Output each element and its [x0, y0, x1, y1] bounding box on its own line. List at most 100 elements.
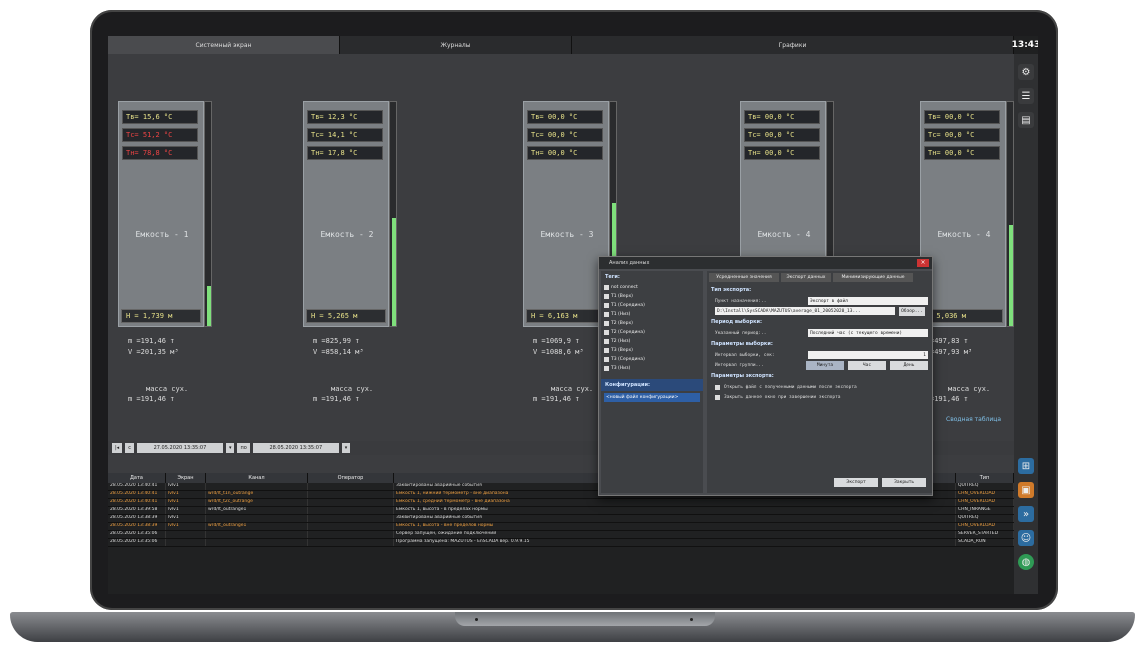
- cell-type: SCADA_RUN: [956, 539, 1014, 546]
- export-params-title: Параметры экспорта:: [711, 373, 774, 379]
- tag-item[interactable]: T1 (Середина): [601, 301, 703, 310]
- config-label: Конфигурации:: [601, 379, 703, 391]
- tag-checkbox[interactable]: [604, 294, 609, 299]
- tag-item[interactable]: T2 (Середина): [601, 328, 703, 337]
- dry-mass-label: масса сух.: [146, 385, 189, 393]
- temp-top: Тв= 00,0 °С: [527, 110, 603, 124]
- summary-link[interactable]: Сводная таблица: [946, 416, 1001, 423]
- dry-mass: масса сух. m =191,46 т: [128, 384, 238, 404]
- cell-screen: lvlv1: [166, 491, 206, 498]
- table-row[interactable]: 28.05.2020 13:39:58 lvlv1 wrd/lt_outrang…: [108, 507, 1014, 515]
- open-file-checkbox[interactable]: [715, 384, 720, 390]
- tag-checkbox[interactable]: [604, 330, 609, 335]
- calendar-to-icon[interactable]: ▾: [341, 443, 351, 453]
- export-button[interactable]: Экспорт: [834, 478, 878, 487]
- globe-icon[interactable]: ◍: [1018, 554, 1034, 570]
- tag-item[interactable]: T2 (Низ): [601, 337, 703, 346]
- dry-mass-value: m =191,46 т: [128, 395, 175, 403]
- tank-1[interactable]: Тв= 15,6 °С Тс= 51,2 °С Тн= 78,8 °С Емко…: [118, 101, 212, 327]
- col-date[interactable]: Дата: [108, 473, 166, 483]
- tag-checkbox[interactable]: [604, 357, 609, 362]
- tag-checkbox[interactable]: [604, 366, 609, 371]
- cell-channel: wrd/lt_outrange1: [206, 507, 308, 514]
- tag-checkbox[interactable]: [604, 348, 609, 353]
- temp-middle: Тс= 00,0 °С: [924, 128, 1000, 142]
- from-date-input[interactable]: 27.05.2020 13:35:07: [136, 443, 223, 453]
- col-operator[interactable]: Оператор: [308, 473, 394, 483]
- hour-button[interactable]: Час: [848, 360, 886, 370]
- path-field[interactable]: D:\Install\SysSCADA\MAZUTUS\average_01_2…: [715, 307, 895, 315]
- table-row[interactable]: 28.05.2020 13:38:39 lvlv1 Заквитированы …: [108, 515, 1014, 523]
- presentation-icon[interactable]: ▣: [1018, 482, 1034, 498]
- cell-channel: [206, 483, 308, 490]
- interval-input[interactable]: 1: [808, 351, 928, 359]
- to-date-input[interactable]: 28.05.2020 13:35:07: [252, 443, 339, 453]
- close-button[interactable]: Закрыть: [882, 478, 926, 487]
- cell-type: QUITREQ: [956, 515, 1014, 522]
- close-icon[interactable]: ×: [917, 259, 929, 267]
- close-window-checkbox[interactable]: [715, 394, 720, 400]
- tag-checkbox[interactable]: [604, 339, 609, 344]
- cell-channel: wrd/lt_outrange1: [206, 523, 308, 530]
- tank-5[interactable]: Тв= 00,0 °С Тс= 00,0 °С Тн= 00,0 °С Емко…: [920, 101, 1014, 327]
- tank-2[interactable]: Тв= 12,3 °С Тс= 14,1 °С Тн= 17,8 °С Емко…: [303, 101, 397, 327]
- config-item[interactable]: <новый файл конфигурации>: [604, 393, 700, 402]
- tab-averages[interactable]: Усредненные значения: [709, 273, 779, 282]
- table-row[interactable]: 28.05.2020 13:35:06 Сервер запущен, ожид…: [108, 531, 1014, 539]
- to-label: по: [237, 443, 250, 453]
- tab-journals[interactable]: Журналы: [340, 36, 572, 54]
- tank-volume: V =858,14 м³: [313, 348, 364, 356]
- tab-system-screen[interactable]: Системный экран: [108, 36, 340, 54]
- tank-body: Тв= 12,3 °С Тс= 14,1 °С Тн= 17,8 °С Емко…: [303, 101, 389, 327]
- tag-item[interactable]: T1 (Верх): [601, 292, 703, 301]
- tank-name: Емкость - 1: [135, 230, 189, 239]
- temp-middle: Тс= 00,0 °С: [744, 128, 820, 142]
- cell-channel: wrd/lt_t2c_outrange: [206, 499, 308, 506]
- tag-item[interactable]: T2 (Верх): [601, 319, 703, 328]
- tag-item[interactable]: not connect: [601, 283, 703, 292]
- cell-date: 28.05.2020 13:39:58: [108, 507, 166, 514]
- table-row[interactable]: 28.05.2020 13:38:39 lvlv1 wrd/lt_outrang…: [108, 523, 1014, 531]
- cell-message: Емкость 1, средний термометр - вне диапа…: [394, 499, 956, 506]
- cell-message: Емкость 1, высота - вне пределов нормы: [394, 523, 956, 530]
- tag-item[interactable]: T3 (Середина): [601, 355, 703, 364]
- hierarchy-icon[interactable]: ⊞: [1018, 458, 1034, 474]
- report-icon[interactable]: ☰: [1018, 88, 1034, 104]
- tab-graphs[interactable]: Графики: [572, 36, 1014, 54]
- col-screen[interactable]: Экран: [166, 473, 206, 483]
- cell-type: SERVER_STARTED: [956, 531, 1014, 538]
- tab-minimizing[interactable]: Минимизирующие данные: [833, 273, 913, 282]
- period-select[interactable]: Последний час (с текущего времени): [808, 329, 928, 337]
- tag-checkbox[interactable]: [604, 312, 609, 317]
- temp-middle: Тс= 14,1 °С: [307, 128, 383, 142]
- tag-item[interactable]: T3 (Низ): [601, 364, 703, 373]
- chart-icon[interactable]: ▤: [1018, 112, 1034, 128]
- signal-icon[interactable]: »: [1018, 506, 1034, 522]
- user-icon[interactable]: ☺: [1018, 530, 1034, 546]
- browse-button[interactable]: Обзор...: [899, 306, 925, 316]
- tag-item[interactable]: T1 (Низ): [601, 310, 703, 319]
- minute-button[interactable]: Минута: [806, 360, 844, 370]
- level-gauge: [204, 101, 212, 327]
- calendar-from-icon[interactable]: ▾: [225, 443, 235, 453]
- dest-select[interactable]: Экспорт в файл: [808, 297, 928, 305]
- table-row[interactable]: 28.05.2020 13:35:06 Программа запущена: …: [108, 539, 1014, 547]
- dry-mass: масса сух. m =191,46 т: [313, 384, 423, 404]
- tag-checkbox[interactable]: [604, 285, 609, 290]
- table-row[interactable]: 28.05.2020 13:40:41 lvlv1 wrd/lt_t2c_out…: [108, 499, 1014, 507]
- tank-level: H = 1,739 м: [121, 309, 201, 323]
- period-label: Указанный период:..: [715, 330, 767, 336]
- cell-channel: [206, 539, 308, 546]
- tag-checkbox[interactable]: [604, 303, 609, 308]
- cell-screen: lvlv1: [166, 483, 206, 490]
- day-button[interactable]: День: [890, 360, 928, 370]
- col-type[interactable]: Тип: [956, 473, 1014, 483]
- tag-item[interactable]: T3 (Верх): [601, 346, 703, 355]
- tag-checkbox[interactable]: [604, 321, 609, 326]
- first-icon[interactable]: |◂: [112, 443, 123, 453]
- tree-icon[interactable]: ⚙: [1018, 64, 1034, 80]
- tab-export[interactable]: Экспорт данных: [781, 273, 831, 282]
- cell-type: CHN_OVERLOAD: [956, 499, 1014, 506]
- col-channel[interactable]: Канал: [206, 473, 308, 483]
- cell-type: CHN_INRANGE: [956, 507, 1014, 514]
